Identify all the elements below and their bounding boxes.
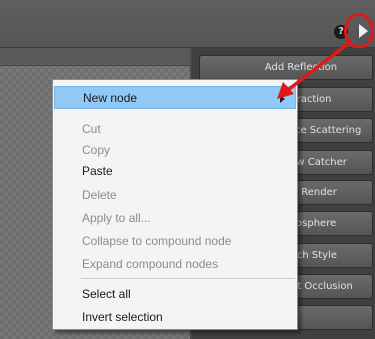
add-reflection-button[interactable]: Add Reflection bbox=[199, 55, 373, 80]
menu-item-new-node[interactable]: New node bbox=[54, 86, 296, 109]
menu-item-apply-to-all[interactable]: Apply to all... bbox=[54, 207, 296, 230]
menu-separator bbox=[81, 278, 295, 279]
submenu-arrow-icon bbox=[280, 95, 285, 103]
menu-item-select-all[interactable]: Select all bbox=[54, 283, 296, 306]
annotation-circle bbox=[344, 13, 374, 49]
menu-item-delete[interactable]: Delete bbox=[54, 184, 296, 207]
node-editor-header bbox=[0, 48, 190, 66]
menu-item-cut[interactable]: Cut bbox=[54, 118, 296, 141]
context-menu: New node Cut Copy Paste Delete Apply to … bbox=[52, 79, 298, 330]
menu-item-invert-selection[interactable]: Invert selection bbox=[54, 306, 296, 329]
menu-item-expand[interactable]: Expand compound nodes bbox=[54, 253, 296, 276]
menu-item-collapse[interactable]: Collapse to compound node bbox=[54, 230, 296, 253]
top-toolbar bbox=[0, 0, 375, 48]
menu-item-copy[interactable]: Copy bbox=[54, 139, 296, 162]
menu-item-paste[interactable]: Paste bbox=[54, 160, 296, 183]
menu-item-label: New node bbox=[83, 91, 138, 105]
